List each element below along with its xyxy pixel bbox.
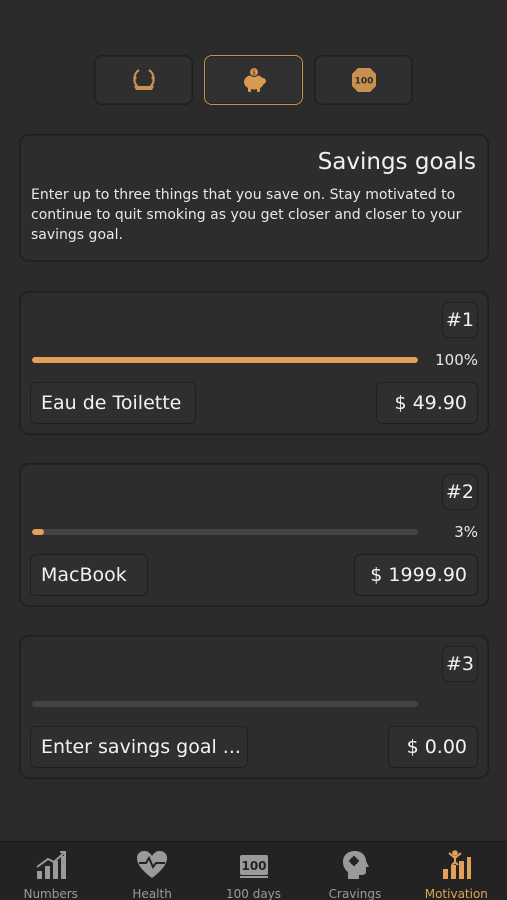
hundred-icon: 100 [237,849,271,881]
goal-progress-bar [32,529,418,535]
bar-chart-icon [34,849,68,881]
motivation-segment-control: $ 100 [94,55,413,105]
heart-pulse-icon [135,849,169,881]
goal-number-badge: #1 [442,302,478,338]
segment-achievements[interactable] [94,55,193,105]
segment-100-days[interactable]: 100 [314,55,413,105]
goal-name-field[interactable]: MacBook [30,554,148,596]
goal-progress-bar [32,701,418,707]
goal-progress-fill [32,357,418,363]
goal-percent-label: 100% [435,351,478,369]
laurel-badge-icon [129,65,159,95]
intro-description: Enter up to three things that you save o… [31,187,462,243]
goal-price-field[interactable]: $ 49.90 [376,382,478,424]
page-title: Savings goals [317,149,476,175]
goal-name-field[interactable]: Eau de Toilette [30,382,196,424]
goal-name-field[interactable]: Enter savings goal ... [30,726,248,768]
hundred-badge-icon: 100 [349,65,379,95]
tab-label: 100 days [225,887,282,900]
savings-goal-card-1: #1 100% Eau de Toilette $ 49.90 [19,291,489,435]
segment-savings[interactable]: $ [204,55,303,105]
piggy-bank-icon: $ [239,65,269,95]
goal-number-badge: #2 [442,474,478,510]
motivation-icon [439,849,473,881]
bottom-tab-bar: Numbers Health 100 100 days Cravings Mot… [0,841,507,900]
goal-percent-label: 3% [454,523,478,541]
tab-label: Health [132,887,172,900]
tab-label: Motivation [424,887,488,900]
head-icon [338,849,372,881]
goal-price-field[interactable]: $ 1999.90 [354,554,478,596]
goal-progress-fill [32,529,44,535]
goal-number-badge: #3 [442,646,478,682]
svg-text:100: 100 [241,859,266,873]
svg-text:100: 100 [354,77,373,87]
goal-price-field[interactable]: $ 0.00 [388,726,478,768]
tab-cravings[interactable]: Cravings [304,842,405,900]
tab-numbers[interactable]: Numbers [0,842,101,900]
goal-progress-bar [32,357,418,363]
savings-goal-card-3: #3 Enter savings goal ... $ 0.00 [19,635,489,779]
tab-motivation[interactable]: Motivation [406,842,507,900]
savings-goal-card-2: #2 3% MacBook $ 1999.90 [19,463,489,607]
savings-goals-screen: $ 100 Savings goals Enter up to three th… [0,0,507,900]
tab-label: Numbers [23,887,78,900]
tab-label: Cravings [328,887,382,900]
tab-100-days[interactable]: 100 100 days [203,842,304,900]
svg-text:$: $ [252,70,256,77]
savings-goals-intro-card: Savings goals Enter up to three things t… [19,134,489,262]
tab-health[interactable]: Health [101,842,202,900]
